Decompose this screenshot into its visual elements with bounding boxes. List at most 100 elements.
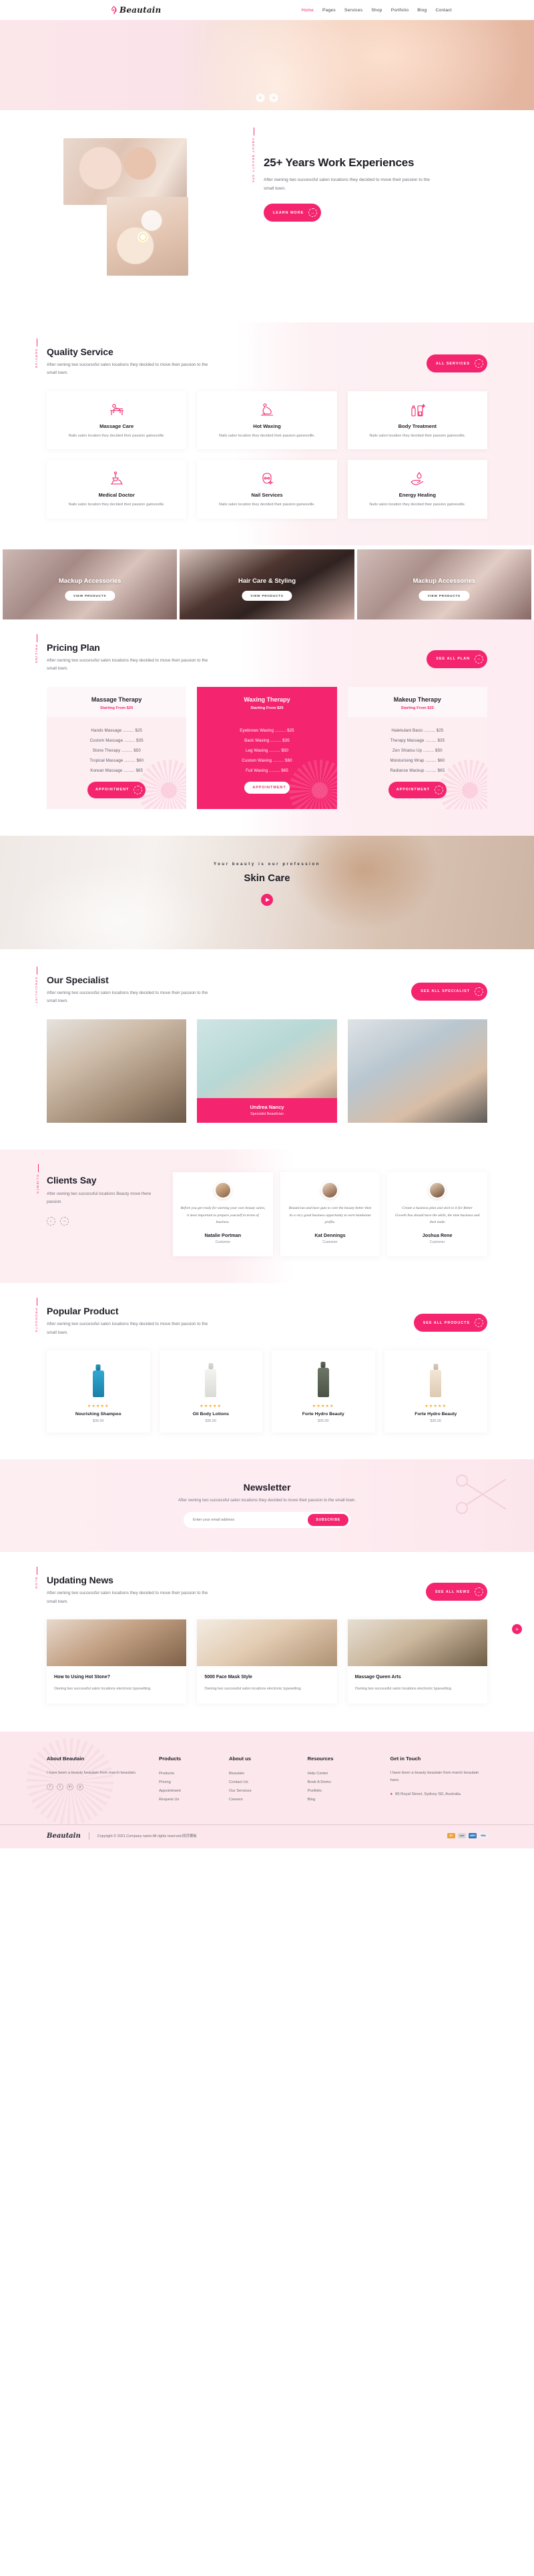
footer-link[interactable]: Contact Us [229,1778,301,1787]
service-title: Hot Waxing [253,423,281,429]
scissors-icon [454,1471,514,1521]
play-icon[interactable] [261,893,273,906]
view-products-button[interactable]: VIEW PRODUCTS [65,590,115,601]
arrow-right-icon: → [308,208,318,218]
arrow-right-icon: → [475,1318,483,1328]
plan-item: Custom Waxing ......... $60 [242,758,292,763]
product-card[interactable]: ★★★★★ Oil Body Lotions $35.00 [159,1350,262,1433]
product-name: Nourishing Shampoo [75,1412,121,1417]
newsletter-email-input[interactable] [193,1518,308,1523]
service-card[interactable]: Energy Healing Nails salon location they… [347,460,487,519]
footer-link[interactable]: Products [159,1770,222,1778]
appointment-button[interactable]: APPOINTMENT → [388,781,447,798]
service-card[interactable]: Body Treatment Nails salon location they… [347,391,487,450]
footer-link[interactable]: Beautain [229,1770,301,1778]
footer-link[interactable]: Appointment [159,1787,222,1796]
blog-card[interactable]: How to Using Hot Stone? Owning two succe… [47,1619,187,1704]
nail-polish-icon [356,402,479,418]
testimonial-next-button[interactable]: → [60,1216,69,1226]
avatar [429,1181,447,1199]
brand-logo[interactable]: Beautain [110,5,161,15]
hero-next-button[interactable]: › [269,93,278,102]
blog-vertical-label: BLOG [35,1566,38,1590]
service-title: Medical Doctor [98,492,135,499]
footer-link[interactable]: Request Us [159,1796,222,1804]
appointment-button[interactable]: APPOINTMENT [244,781,290,794]
pinterest-icon[interactable]: p [77,1784,83,1791]
blog-post-text: Owning two successful salon locations el… [354,1687,453,1692]
gallery-card[interactable]: Hair Care & Styling VIEW PRODUCTS [180,549,354,619]
learn-more-label: LEARN MORE [273,210,304,215]
visa-icon: VISA [479,1833,487,1839]
see-all-plan-button[interactable]: SEE ALL PLAN → [427,650,487,668]
amex-icon: AMEX [469,1833,477,1839]
footer-link[interactable]: Careers [229,1796,301,1804]
testimonial-prev-button[interactable]: ← [47,1216,55,1226]
view-products-button[interactable]: VIEW PRODUCTS [419,590,469,601]
clients-vertical-label: CLIENTS [36,1164,39,1194]
twitter-icon[interactable]: t [57,1784,63,1791]
service-title: Nail Services [251,492,283,499]
footer-logo: Beautain [47,1832,81,1840]
nav-item-home[interactable]: Home [301,8,314,13]
blog-text: After owning two successful salon locati… [47,1591,208,1604]
appointment-button[interactable]: APPOINTMENT → [87,781,146,798]
subscribe-button[interactable]: SUBSCRIBE [308,1514,348,1527]
service-card[interactable]: Medical Doctor Nails salon location they… [47,460,187,519]
nav-item-pages[interactable]: Pages [322,8,336,13]
plan-item: Custom Massage ......... $35 [89,738,144,743]
service-title: Body Treatment [398,423,437,429]
facebook-icon[interactable]: f [47,1784,53,1791]
see-all-news-button[interactable]: SEE ALL NEWS → [425,1583,487,1601]
product-card[interactable]: ★★★★★ Forte Hydro Beauty $35.00 [272,1350,375,1433]
testimonial-quote: Before you get ready for starting your o… [180,1206,266,1225]
footer-link[interactable]: Book A Demo [308,1778,384,1787]
gallery-card[interactable]: Mackup Accessories VIEW PRODUCTS [356,549,531,619]
pricing-card: Makeup Therapy Starting From $25 Halekul… [347,686,487,809]
testimonial-name: Natalie Portman [204,1232,242,1239]
product-card[interactable]: ★★★★★ Forte Hydro Beauty $35.00 [384,1350,487,1433]
product-card[interactable]: ★★★★★ Nourishing Shampoo $35.00 [47,1350,150,1433]
nav-item-blog[interactable]: Blog [417,8,427,13]
learn-more-button[interactable]: LEARN MORE → [264,204,322,222]
specialist-card[interactable] [347,1019,487,1123]
clients-title: Clients Say [47,1174,97,1186]
see-all-news-label: SEE ALL NEWS [435,1589,470,1594]
pricing-card-featured: Waxing Therapy Starting From $25 Eyebrow… [197,686,337,809]
all-services-button[interactable]: ALL SERVICES → [426,354,487,372]
gallery-card[interactable]: Mackup Accessories VIEW PRODUCTS [3,549,178,619]
service-card[interactable]: Hot Waxing Nails salon location they dec… [197,391,337,450]
see-all-specialist-label: SEE ALL SPECIALIST [421,989,470,994]
footer-contact-column: Get in Touch I have been a beauty beauta… [390,1756,487,1804]
blog-card[interactable]: 5000 Face Mask Style Owning two successf… [197,1619,337,1704]
see-all-specialist-button[interactable]: SEE ALL SPECIALIST → [411,982,487,1001]
rating-stars: ★★★★★ [200,1404,222,1409]
nav-item-shop[interactable]: Shop [371,8,382,13]
blog-card[interactable]: Massage Queen Arts Owning two successful… [347,1619,487,1704]
nav-item-portfolio[interactable]: Portfolio [391,8,409,13]
footer-link[interactable]: Blog [308,1796,384,1804]
linkedin-icon[interactable]: in [67,1784,73,1791]
product-price: $35.00 [430,1419,442,1424]
nav-item-contact[interactable]: Contact [435,8,452,13]
see-all-products-button[interactable]: SEE ALL PRODUCTS → [413,1314,487,1332]
view-products-button[interactable]: VIEW PRODUCTS [242,590,292,601]
nav-item-services[interactable]: Services [344,8,362,13]
scroll-top-fab[interactable]: + [512,1624,522,1635]
footer-about-us-column: About us Beautain Contact Us Our Service… [229,1756,301,1804]
hero-prev-button[interactable]: ‹ [256,93,265,102]
footer-column-title: About us [229,1755,251,1762]
service-card[interactable]: Massage Care Nails salon location they d… [47,391,187,450]
about-text: After owning two successful salon locati… [264,177,430,191]
footer-link[interactable]: Pricing [159,1778,222,1787]
mastercard-icon: MC [447,1833,455,1839]
service-text: Nails salon location they decided their … [68,503,165,507]
footer-link[interactable]: Portfolio [308,1787,384,1796]
specialist-card[interactable]: Undrea Nancy Specialist Beautician [197,1019,337,1123]
specialist-card[interactable] [47,1019,187,1123]
footer-link[interactable]: Help Center [308,1770,384,1778]
plan-item: Zen Shiatsu Up ......... $50 [392,748,443,753]
footer-link[interactable]: Our Services [229,1787,301,1796]
blog-section: BLOG Updating News After owning two succ… [0,1552,534,1732]
service-card[interactable]: Nail Services Nails salon location they … [197,460,337,519]
